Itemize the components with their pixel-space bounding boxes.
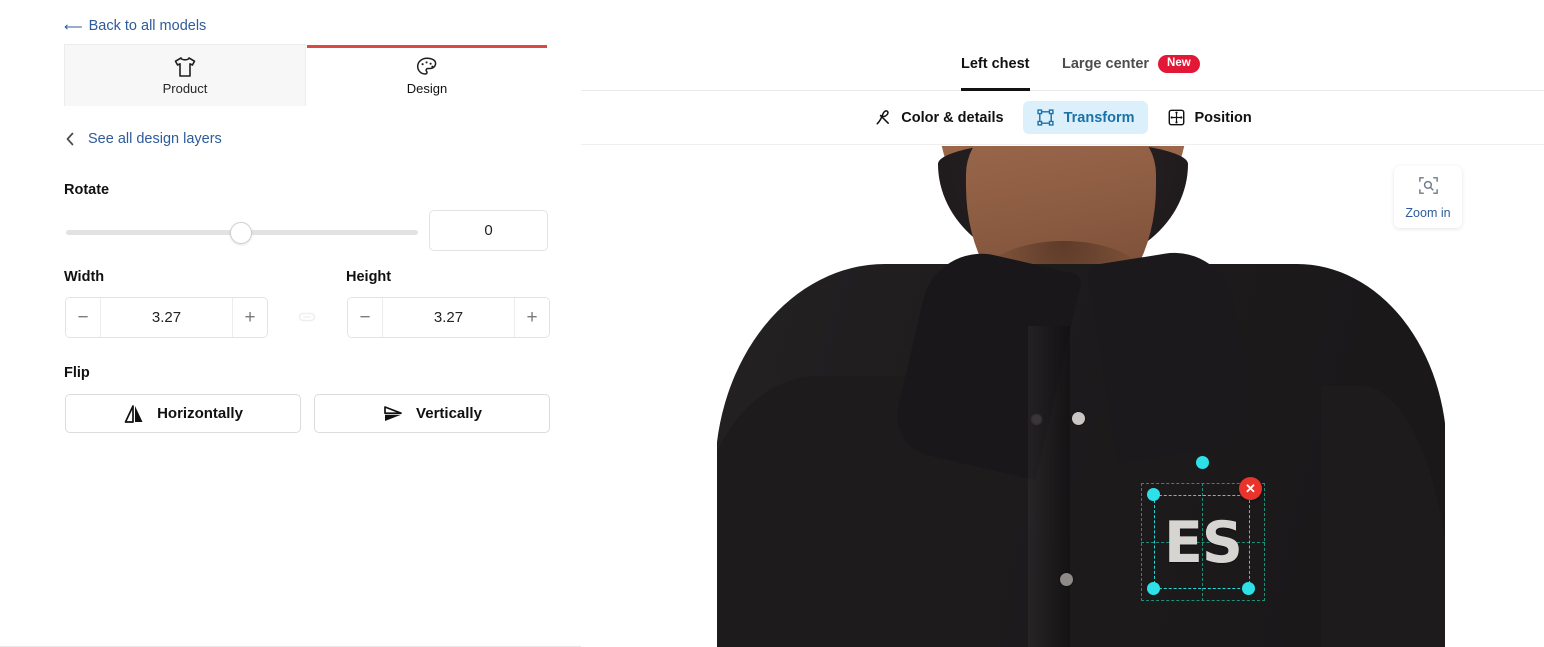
tab-design[interactable]: Design [306, 44, 548, 106]
rotate-section-label: Rotate [64, 182, 110, 198]
tool-transform-label: Transform [1063, 109, 1135, 126]
zoom-in-label: Zoom in [1405, 206, 1451, 220]
tool-position[interactable]: Position [1154, 101, 1265, 134]
flip-vertically-label: Vertically [416, 405, 482, 422]
zoom-in-icon [1417, 174, 1440, 202]
tab-product-label: Product [162, 81, 208, 96]
placement-tabs: Left chest Large center New [581, 0, 1544, 91]
height-decrement-button[interactable]: − [348, 298, 383, 337]
tab-design-label: Design [406, 81, 448, 96]
width-decrement-button[interactable]: − [66, 298, 101, 337]
back-to-all-models-label: Back to all models [88, 18, 207, 34]
rotate-value-input[interactable]: 0 [429, 210, 548, 251]
background-mask-right [1445, 264, 1544, 647]
tool-color-and-details[interactable]: Color & details [860, 101, 1016, 134]
product-preview-canvas[interactable]: ES ✕ Zoom in [581, 146, 1544, 647]
position-icon [1167, 108, 1186, 127]
tool-color-and-details-label: Color & details [901, 109, 1004, 126]
resize-handle-bottom-left[interactable] [1147, 582, 1160, 595]
flip-vertically-button[interactable]: Vertically [314, 394, 550, 433]
artwork-text[interactable]: ES [1163, 505, 1243, 581]
tab-large-center-label: Large center [1062, 56, 1150, 72]
preview-panel: Left chest Large center New Color & deta… [581, 0, 1544, 647]
delete-design-button[interactable]: ✕ [1239, 477, 1262, 500]
design-studio-screen: ⟵ Back to all models Product Design See … [0, 0, 1544, 647]
rotate-handle[interactable] [1196, 456, 1209, 469]
resize-handle-bottom-right[interactable] [1242, 582, 1255, 595]
height-stepper: − 3.27 + [347, 297, 550, 338]
brush-icon [873, 108, 892, 127]
tab-large-center[interactable]: Large center New [1062, 37, 1200, 91]
tshirt-icon [172, 55, 198, 79]
flip-horizontally-button[interactable]: Horizontally [65, 394, 301, 433]
palette-icon [414, 55, 440, 79]
width-label: Width [64, 269, 105, 285]
tab-left-chest[interactable]: Left chest [961, 37, 1030, 91]
width-value[interactable]: 3.27 [101, 298, 232, 337]
garment-button [1072, 412, 1085, 425]
chevron-left-icon [64, 131, 76, 147]
arrow-left-icon: ⟵ [64, 18, 83, 34]
height-increment-button[interactable]: + [514, 298, 549, 337]
garment-button [1030, 413, 1043, 426]
garment-button [1060, 573, 1073, 586]
tool-transform[interactable]: Transform [1022, 101, 1148, 134]
left-editor-panel: ⟵ Back to all models Product Design See … [0, 0, 581, 647]
tab-left-chest-label: Left chest [961, 56, 1030, 72]
height-label: Height [346, 269, 392, 285]
flip-vertical-icon [382, 404, 404, 424]
resize-handle-top-left[interactable] [1147, 488, 1160, 501]
width-stepper: − 3.27 + [65, 297, 268, 338]
flip-horizontal-icon [123, 404, 145, 424]
see-all-design-layers-label: See all design layers [88, 131, 222, 147]
zoom-in-button[interactable]: Zoom in [1394, 166, 1462, 228]
rotate-slider[interactable] [66, 222, 418, 244]
design-tools-toolbar: Color & details Transform Position [581, 91, 1544, 145]
background-mask-left [581, 264, 717, 647]
back-to-all-models-link[interactable]: ⟵ Back to all models [64, 18, 206, 34]
flip-horizontally-label: Horizontally [157, 405, 243, 422]
editor-mode-tabs: Product Design [64, 44, 548, 106]
height-value[interactable]: 3.27 [383, 298, 514, 337]
rotate-slider-thumb[interactable] [230, 222, 252, 244]
rotate-value: 0 [484, 222, 493, 239]
tool-position-label: Position [1194, 109, 1252, 126]
flip-section-label: Flip [64, 365, 90, 381]
width-increment-button[interactable]: + [232, 298, 267, 337]
design-selection-box[interactable]: ES ✕ [1141, 456, 1265, 601]
garment-placket [1028, 326, 1070, 647]
new-badge: New [1158, 55, 1200, 73]
see-all-design-layers-link[interactable]: See all design layers [64, 131, 222, 147]
broken-link-icon[interactable] [297, 309, 317, 325]
tab-product[interactable]: Product [64, 44, 306, 106]
transform-icon [1036, 108, 1055, 127]
